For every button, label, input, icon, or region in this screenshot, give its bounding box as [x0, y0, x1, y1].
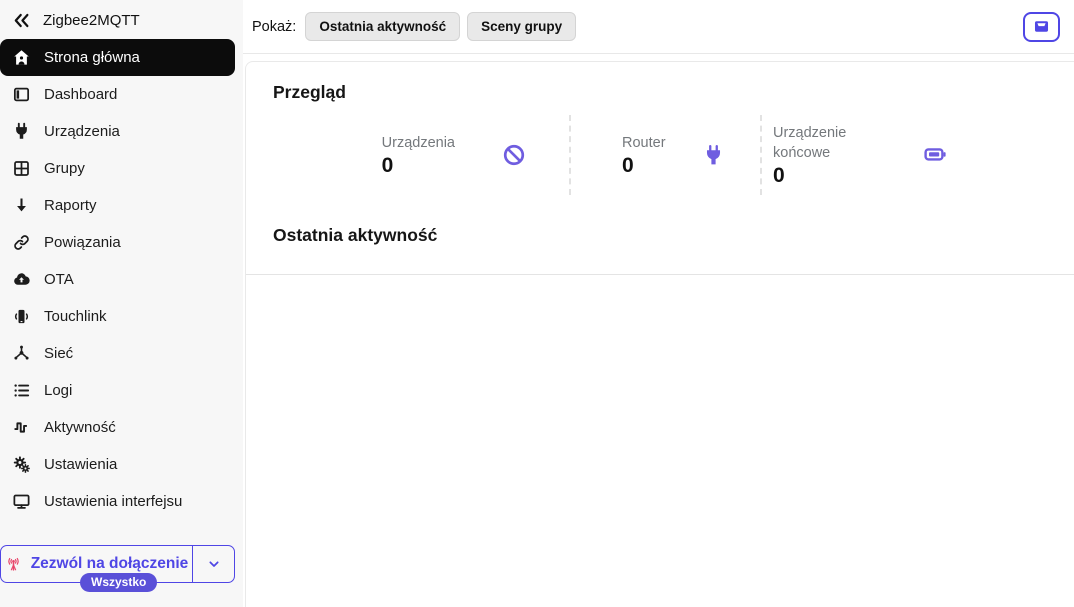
app-title: Zigbee2MQTT — [43, 11, 140, 29]
collapse-sidebar-icon[interactable] — [11, 10, 31, 30]
sidebar-item-urzadzenia[interactable]: Urządzenia — [0, 113, 243, 150]
show-label: Pokaż: — [252, 18, 297, 35]
permit-join-target-badge: Wszystko — [80, 573, 158, 592]
chevron-down-icon — [206, 556, 222, 572]
sidebar-item-raporty[interactable]: Raporty — [0, 187, 243, 224]
sidebar-item-ota[interactable]: OTA — [0, 261, 243, 298]
stat-end-devices: Urządzenie końcowe 0 — [760, 115, 1049, 195]
sidebar-item-label: Sieć — [44, 345, 74, 362]
sidebar-item-label: Aktywność — [44, 419, 116, 436]
plug-icon — [11, 122, 31, 142]
main-area: Pokaż: Ostatnia aktywność Sceny grupy Pr… — [243, 0, 1074, 607]
content-card: Przegląd Urządzenia 0 Router 0 Urządzeni… — [245, 61, 1074, 607]
stat-routers-value: 0 — [622, 153, 634, 177]
show-last-activity-button[interactable]: Ostatnia aktywność — [305, 12, 461, 41]
sidebar-item-label: Strona główna — [44, 49, 140, 66]
home-icon — [11, 48, 31, 68]
inbox-icon — [1033, 18, 1050, 35]
prohibit-icon — [501, 142, 527, 168]
sidebar-item-powiazania[interactable]: Powiązania — [0, 224, 243, 261]
stat-routers-label: Router — [622, 134, 666, 151]
dashboard-icon — [11, 85, 31, 105]
stat-devices-label: Urządzenia — [381, 134, 455, 151]
topbar: Pokaż: Ostatnia aktywność Sceny grupy — [243, 0, 1074, 54]
activity-divider — [246, 274, 1074, 275]
sidebar-item-label: Ustawienia interfejsu — [44, 493, 183, 510]
sidebar-brand: Zigbee2MQTT — [0, 0, 243, 39]
stat-devices-value: 0 — [381, 153, 394, 177]
sidebar-nav: Strona główna Dashboard Urządzenia Grupy… — [0, 39, 243, 545]
notifications-inbox-button[interactable] — [1023, 11, 1060, 42]
device-stats-row: Urządzenia 0 Router 0 Urządzenie końcowe… — [273, 115, 1049, 195]
list-icon — [11, 381, 31, 401]
show-group-scenes-button[interactable]: Sceny grupy — [467, 12, 577, 41]
stat-devices: Urządzenia 0 — [273, 115, 569, 195]
broadcast-icon — [5, 556, 22, 573]
monitor-icon — [11, 492, 31, 512]
sidebar-item-label: Dashboard — [44, 86, 118, 103]
sidebar-item-strona-glowna[interactable]: Strona główna — [0, 39, 235, 76]
battery-icon — [921, 143, 949, 167]
sidebar-item-label: Powiązania — [44, 234, 121, 251]
sidebar-item-logi[interactable]: Logi — [0, 372, 243, 409]
sidebar-item-touchlink[interactable]: Touchlink — [0, 298, 243, 335]
sidebar-item-grupy[interactable]: Grupy — [0, 150, 243, 187]
gears-icon — [11, 455, 31, 475]
sidebar-item-label: Raporty — [44, 197, 97, 214]
arrow-down-icon — [11, 196, 31, 216]
sidebar-item-label: Touchlink — [44, 308, 107, 325]
grid-icon — [11, 159, 31, 179]
stat-end-devices-value: 0 — [773, 163, 785, 187]
sidebar-item-siec[interactable]: Sieć — [0, 335, 243, 372]
plug-icon — [702, 144, 725, 167]
phone-waves-icon — [11, 307, 31, 327]
sidebar-item-label: Ustawienia — [44, 456, 118, 473]
activity-icon — [11, 418, 31, 438]
overview-title: Przegląd — [273, 82, 346, 102]
permit-join-dropdown-button[interactable] — [193, 546, 234, 582]
permit-join-label: Zezwól na dołączenie — [30, 555, 189, 572]
sidebar: Zigbee2MQTT Strona główna Dashboard Urzą… — [0, 0, 243, 607]
stat-routers: Router 0 — [569, 115, 760, 195]
activity-title: Ostatnia aktywność — [273, 225, 438, 245]
sidebar-item-label: Logi — [44, 382, 73, 399]
sidebar-item-ustawienia[interactable]: Ustawienia — [0, 446, 243, 483]
sidebar-item-label: Urządzenia — [44, 123, 120, 140]
sidebar-item-label: OTA — [44, 271, 74, 288]
network-icon — [11, 344, 31, 364]
sidebar-item-aktywnosc[interactable]: Aktywność — [0, 409, 243, 446]
sidebar-item-ustawienia-interfejsu[interactable]: Ustawienia interfejsu — [0, 483, 243, 520]
cloud-upload-icon — [11, 270, 31, 290]
sidebar-item-dashboard[interactable]: Dashboard — [0, 76, 243, 113]
stat-end-devices-label: Urządzenie końcowe — [773, 124, 847, 161]
permit-join-area: Zezwól na dołączenie Wszystko — [0, 545, 235, 592]
sidebar-item-label: Grupy — [44, 160, 85, 177]
link-icon — [11, 233, 31, 253]
